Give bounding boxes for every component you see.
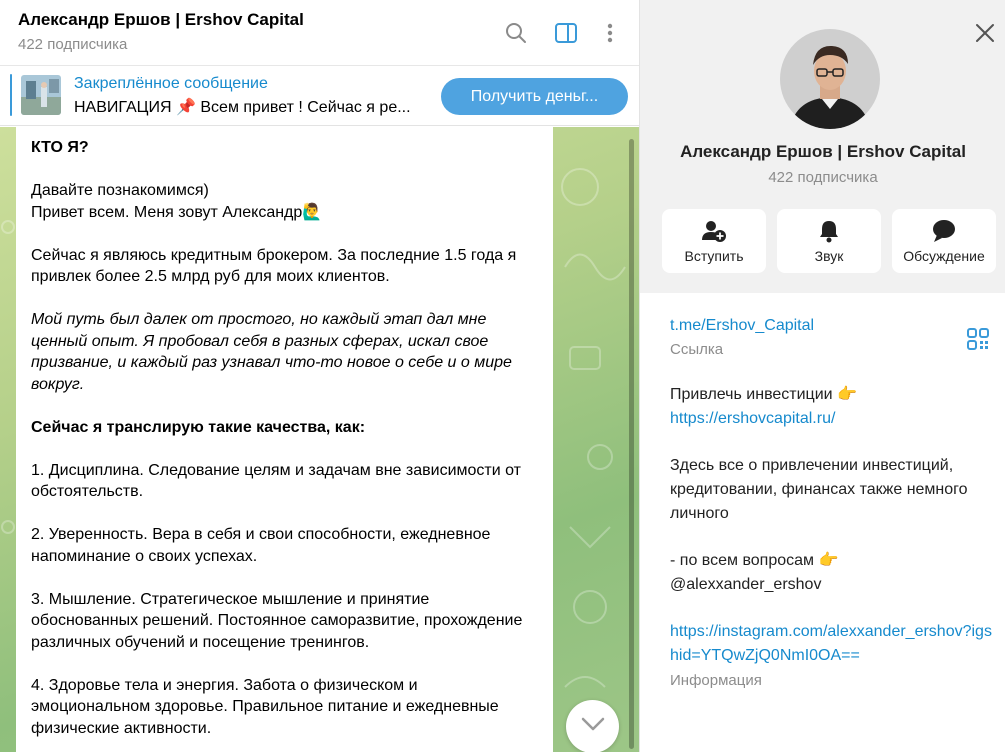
pinned-title: Закреплённое сообщение [74, 75, 268, 92]
quality-item: 1. Дисциплина. Следование целям и задача… [31, 461, 521, 501]
discussion-label: Обсуждение [903, 248, 985, 264]
chat-scrollbar[interactable] [629, 139, 634, 749]
avatar[interactable] [780, 29, 880, 129]
pinned-thumbnail [21, 75, 61, 115]
scroll-down-button[interactable] [566, 700, 619, 752]
message-paragraph: Сейчас я являюсь кредитным брокером. За … [31, 246, 517, 286]
contact-username[interactable]: @alexxander_ershov [670, 573, 992, 597]
message-heading: КТО Я? [31, 139, 89, 156]
add-user-icon [662, 218, 766, 244]
quality-item: 2. Уверенность. Вера в себя и свои спосо… [31, 526, 491, 565]
bio-line: Привлечь инвестиции 👉 [670, 386, 857, 403]
bell-icon [777, 218, 881, 244]
more-menu-icon[interactable] [597, 20, 623, 46]
qualities-heading: Сейчас я транслирую такие качества, как: [31, 418, 366, 436]
chat-bubble-icon [892, 218, 996, 244]
quality-item: 3. Мышление. Стратегическое мышление и п… [31, 590, 523, 651]
pinned-text: НАВИГАЦИЯ 📌 Всем привет ! Сейчас я ре... [74, 99, 411, 116]
close-icon[interactable] [974, 22, 996, 44]
website-link[interactable]: https://ershovcapital.ru/ [670, 407, 992, 431]
chat-header[interactable]: Александр Ершов | Ershov Capital 422 под… [0, 0, 639, 66]
sidebar-toggle-icon[interactable] [553, 20, 579, 46]
discussion-button[interactable]: Обсуждение [892, 209, 996, 273]
info-label: Информация [670, 672, 762, 689]
link-label: Ссылка [670, 341, 724, 358]
bio-line: - по всем вопросам 👉 [670, 552, 839, 569]
profile-panel: Александр Ершов | Ershov Capital 422 под… [639, 0, 1005, 752]
sound-label: Звук [814, 248, 844, 264]
channel-title[interactable]: Александр Ершов | Ershov Capital [18, 10, 304, 30]
profile-header: Александр Ершов | Ershov Capital 422 под… [640, 0, 1005, 293]
chat-column: Александр Ершов | Ershov Capital 422 под… [0, 0, 639, 752]
search-icon[interactable] [503, 20, 529, 46]
message-bubble: КТО Я? Давайте познакомимся) Привет всем… [16, 127, 553, 752]
subscriber-count: 422 подписчика [18, 36, 128, 53]
message-intro: Давайте познакомимся) Привет всем. Меня … [31, 180, 539, 223]
chevron-down-icon [581, 717, 605, 736]
join-label: Вступить [684, 248, 744, 264]
profile-subscribers: 422 подписчика [768, 169, 878, 186]
quality-item: 4. Здоровье тела и энергия. Забота о физ… [31, 676, 499, 737]
profile-name: Александр Ершов | Ershov Capital [680, 142, 966, 161]
pinned-indicator [10, 74, 12, 116]
chat-background: КТО Я? Давайте познакомимся) Привет всем… [0, 127, 639, 752]
join-button[interactable]: Вступить [662, 209, 766, 273]
profile-info: t.me/Ershov_Capital Ссылка Привлечь инве… [670, 314, 992, 694]
channel-link[interactable]: t.me/Ershov_Capital [670, 314, 992, 338]
get-money-button[interactable]: Получить деньг... [441, 78, 628, 115]
bio-description: Здесь все о привлечении инвестиций, кред… [670, 457, 968, 522]
message-paragraph-italic: Мой путь был далек от простого, но кажды… [31, 311, 512, 393]
intro-line-2: Привет всем. Меня зовут Александр🙋‍♂️ [31, 203, 323, 221]
intro-line-1: Давайте познакомимся) [31, 182, 209, 199]
sound-button[interactable]: Звук [777, 209, 881, 273]
instagram-link[interactable]: https://instagram.com/alexxander_ershov?… [670, 620, 992, 668]
